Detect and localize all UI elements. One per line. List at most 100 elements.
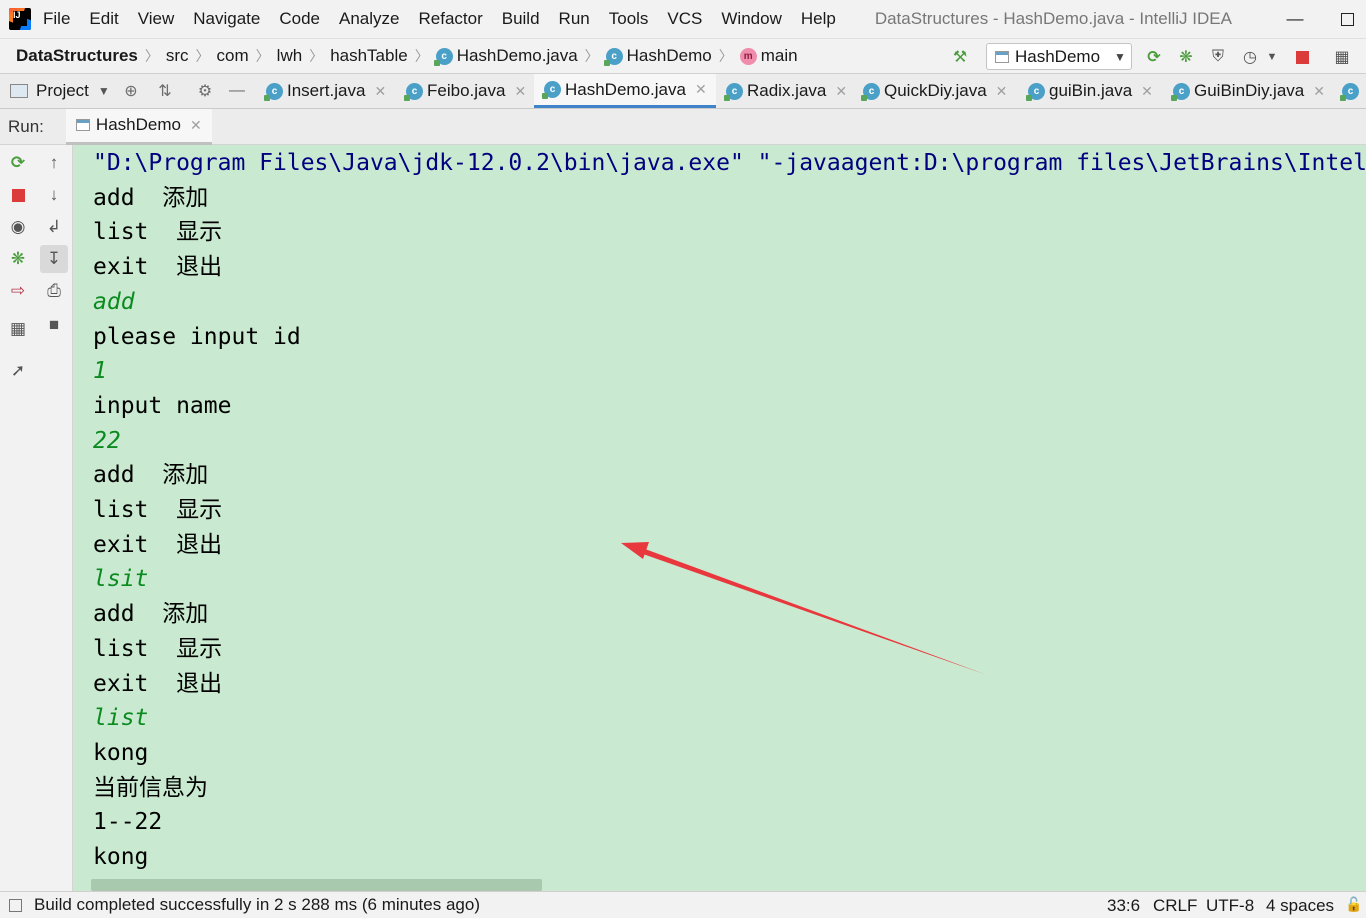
locate-target-icon[interactable]: ⊕ [120,80,142,102]
menu-code[interactable]: Code [279,9,320,29]
method-icon: m [739,47,757,65]
java-class-icon: c [861,82,880,101]
close-icon[interactable]: ✕ [695,81,707,98]
debug-icon[interactable]: ❋ [4,245,32,273]
layout-icon[interactable]: ▦ [4,315,32,343]
chevron-right-icon: 〉 [584,48,599,64]
maximize-window-icon[interactable] [1324,0,1366,38]
breadcrumb-method[interactable]: m main [739,46,798,66]
menu-window[interactable]: Window [721,9,781,29]
indent-setting[interactable]: 4 spaces [1266,896,1334,916]
tool-window-toggle-icon[interactable] [9,898,22,912]
soft-wrap-icon[interactable]: ↲ [40,213,68,241]
run-tab-label: HashDemo [95,115,181,134]
breadcrumb-hashtable[interactable]: hashTable [330,46,408,66]
breadcrumb-class[interactable]: c HashDemo [603,46,712,66]
run-tab-hashdemo[interactable]: HashDemo ✕ [65,108,212,145]
chevron-down-icon: ▼ [1114,49,1126,64]
console-output[interactable]: "D:\Program Files\Java\jdk-12.0.2\bin\ja… [73,145,1366,891]
project-window-icon [10,84,28,98]
file-encoding[interactable]: UTF-8 [1206,896,1254,916]
menu-navigate[interactable]: Navigate [193,9,260,29]
menu-refactor[interactable]: Refactor [418,9,482,29]
java-class-icon: c [724,82,743,101]
exit-icon[interactable]: ⇨ [4,277,32,305]
lock-icon[interactable]: 🔓 [1345,896,1362,913]
stop-icon[interactable] [4,181,32,209]
java-class-icon: c [603,47,623,66]
breadcrumb-lwh[interactable]: lwh [277,46,303,66]
close-icon[interactable]: ✕ [514,83,526,100]
chevron-right-icon: 〉 [414,48,429,64]
tab-overflow[interactable]: c [1340,74,1363,108]
run-config-icon [75,119,90,131]
project-tool-button[interactable]: Project ▼ [0,74,110,108]
tab-radix-java[interactable]: c Radix.java ✕ [724,74,847,108]
tab-guibindiy-java[interactable]: c GuiBinDiy.java ✕ [1171,74,1325,108]
chevron-right-icon: 〉 [309,48,324,64]
menu-file[interactable]: File [43,9,70,29]
up-arrow-icon[interactable]: ↑ [40,149,68,177]
tab-guibin-java[interactable]: c guiBin.java ✕ [1026,74,1153,108]
close-icon[interactable]: ✕ [835,83,847,100]
menu-bar: IJ File Edit View Navigate Code Analyze … [0,0,1366,38]
tab-label: Insert.java [287,81,366,100]
menu-build[interactable]: Build [502,9,540,29]
caret-position[interactable]: 33:6 [1107,896,1140,916]
build-hammer-icon[interactable]: ⚒ [950,47,970,67]
pin-icon[interactable]: ➚ [4,357,32,385]
editor-tab-bar: Project ▼ ⊕ ⇅ ⚙ — c Insert.java ✕ c Feib… [0,74,1366,109]
rerun-icon[interactable]: ⟳ [4,149,32,177]
chevron-right-icon: 〉 [718,48,733,64]
navigation-bar: DataStructures 〉 src 〉 com 〉 lwh 〉 hashT… [0,38,1366,74]
close-icon[interactable]: ✕ [374,83,386,100]
hide-panel-icon[interactable]: — [226,80,248,102]
gear-icon[interactable]: ⚙ [194,80,216,102]
debug-icon[interactable]: ❋ [1176,47,1196,67]
trash-icon[interactable]: ■ [40,311,68,339]
java-class-icon: c [433,47,453,66]
scroll-to-end-icon[interactable]: ↧ [40,245,68,273]
tab-label: QuickDiy.java [884,81,987,100]
tab-feibo-java[interactable]: c Feibo.java ✕ [404,74,526,108]
breadcrumb-src[interactable]: src [166,46,189,66]
profile-icon[interactable]: ◷ [1240,47,1260,67]
minimize-window-icon[interactable]: — [1272,0,1318,38]
menu-vcs[interactable]: VCS [667,9,702,29]
tab-quickdiy-java[interactable]: c QuickDiy.java ✕ [861,74,1008,108]
coverage-icon[interactable]: ⛨ [1208,47,1228,67]
breadcrumb-file[interactable]: c HashDemo.java [433,46,578,66]
menu-edit[interactable]: Edit [89,9,118,29]
collapse-all-icon[interactable]: ⇅ [154,80,176,102]
run-panel-header: Run: HashDemo ✕ [0,108,1366,145]
print-icon[interactable]: ⎙ [40,277,68,305]
run-panel-label: Run: [8,116,44,136]
close-icon[interactable]: ✕ [190,117,202,134]
tab-label: Feibo.java [427,81,506,100]
menu-view[interactable]: View [138,9,175,29]
breadcrumb-com[interactable]: com [217,46,249,66]
line-separator[interactable]: CRLF [1153,896,1197,916]
chevron-right-icon: 〉 [195,48,210,64]
rerun-icon[interactable]: ⟳ [1144,47,1164,67]
menu-tools[interactable]: Tools [609,9,649,29]
down-arrow-icon[interactable]: ↓ [40,181,68,209]
java-class-icon: c [1026,82,1045,101]
menu-run[interactable]: Run [559,9,590,29]
menu-analyze[interactable]: Analyze [339,9,399,29]
close-icon[interactable]: ✕ [1141,83,1153,100]
close-icon[interactable]: ✕ [1313,83,1325,100]
breadcrumb-class-label: HashDemo [626,46,712,65]
tab-insert-java[interactable]: c Insert.java ✕ [264,74,386,108]
chevron-down-icon[interactable]: ▼ [1262,47,1282,67]
run-tool-strip: ⟳ ↑ ↓ ◉ ↲ ❋ ↧ ⇨ ⎙ ▦ ■ ➚ [0,145,73,891]
stop-icon[interactable] [1292,47,1312,67]
run-configuration-select[interactable]: HashDemo ▼ [986,43,1132,70]
menu-help[interactable]: Help [801,9,836,29]
camera-icon[interactable]: ◉ [4,213,32,241]
project-structure-icon[interactable]: ▦ [1332,47,1352,67]
breadcrumb-project[interactable]: DataStructures [16,46,138,66]
close-icon[interactable]: ✕ [996,83,1008,100]
tab-hashdemo-java[interactable]: c HashDemo.java ✕ [534,74,716,108]
tab-label: Radix.java [747,81,827,100]
